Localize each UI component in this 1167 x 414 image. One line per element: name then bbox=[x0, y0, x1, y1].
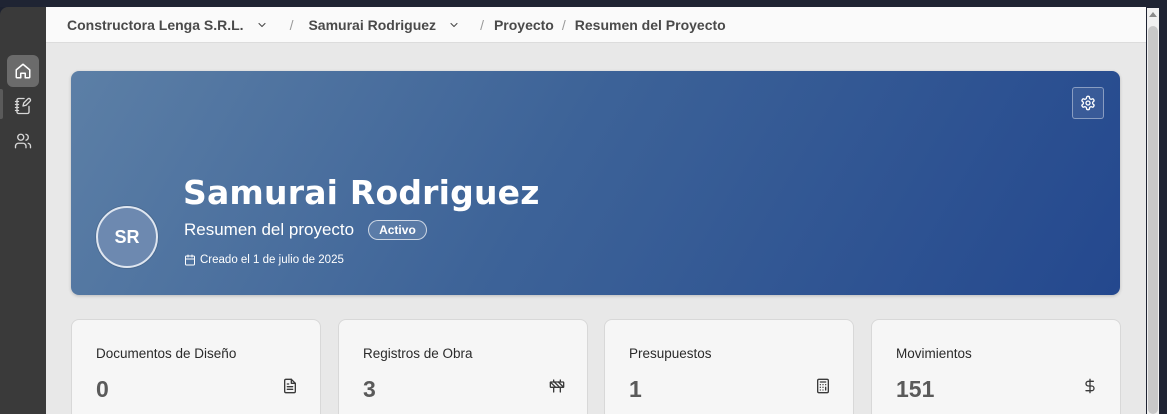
breadcrumb-separator: / bbox=[561, 16, 566, 33]
sidebar-resize-handle[interactable] bbox=[0, 89, 3, 119]
settings-button[interactable] bbox=[1072, 87, 1104, 119]
calendar-icon bbox=[185, 254, 195, 266]
sidebar-item-home[interactable] bbox=[7, 55, 39, 87]
status-badge: Activo bbox=[368, 220, 427, 240]
created-date-text: Creado el 1 de julio de 2025 bbox=[200, 254, 344, 266]
sidebar-item-notebook[interactable] bbox=[7, 90, 39, 122]
gear-icon bbox=[1081, 95, 1095, 111]
stat-value: 0 bbox=[96, 376, 109, 402]
stat-value: 3 bbox=[363, 376, 376, 402]
stat-card-documents[interactable]: Documentos de Diseño 0 bbox=[71, 319, 321, 414]
project-header-card: SR Samurai Rodriguez Resumen del proyect… bbox=[71, 71, 1120, 295]
sidebar-item-users[interactable] bbox=[7, 125, 39, 157]
breadcrumb-client-label: Samurai Rodriguez bbox=[308, 16, 437, 33]
home-icon bbox=[15, 63, 31, 79]
avatar: SR bbox=[96, 206, 158, 268]
stat-label: Movimientos bbox=[896, 346, 972, 361]
breadcrumb-separator: / bbox=[289, 16, 294, 33]
users-icon bbox=[14, 133, 32, 149]
chevron-down-icon bbox=[450, 22, 458, 27]
stat-card-site-logs[interactable]: Registros de Obra 3 bbox=[338, 319, 588, 414]
file-text-icon bbox=[284, 378, 296, 394]
stat-label: Registros de Obra bbox=[363, 346, 473, 361]
page-subtitle: Resumen del proyecto bbox=[184, 220, 355, 239]
main-content: Constructora Lenga S.R.L. / Samurai Rodr… bbox=[46, 7, 1146, 414]
scrollbar-thumb[interactable] bbox=[1148, 26, 1158, 414]
sidebar bbox=[0, 7, 46, 414]
stat-value: 1 bbox=[629, 376, 642, 402]
breadcrumb-company-label: Constructora Lenga S.R.L. bbox=[67, 16, 244, 33]
stat-card-budgets[interactable]: Presupuestos 1 bbox=[604, 319, 854, 414]
stat-label: Presupuestos bbox=[629, 346, 712, 361]
stat-value: 151 bbox=[896, 376, 935, 402]
created-date: Creado el 1 de julio de 2025 bbox=[184, 254, 344, 266]
notebook-pen-icon bbox=[14, 97, 32, 115]
chevron-down-icon bbox=[258, 22, 266, 27]
breadcrumb-section[interactable]: Proyecto bbox=[494, 17, 554, 33]
breadcrumb-separator: / bbox=[480, 16, 484, 33]
calculator-icon bbox=[817, 378, 829, 394]
stat-card-movements[interactable]: Movimientos 151 bbox=[871, 319, 1121, 414]
window-top-strip bbox=[0, 0, 1167, 7]
scroll-up-arrow[interactable] bbox=[1149, 12, 1157, 17]
page-title: Samurai Rodriguez bbox=[183, 173, 540, 212]
dollar-icon bbox=[1085, 378, 1095, 394]
stat-label: Documentos de Diseño bbox=[96, 346, 237, 361]
breadcrumb-client[interactable]: Samurai Rodriguez bbox=[308, 17, 460, 33]
breadcrumb: Constructora Lenga S.R.L. / Samurai Rodr… bbox=[46, 7, 1146, 43]
breadcrumb-current-page: Resumen del Proyecto bbox=[574, 16, 726, 33]
construction-icon bbox=[549, 379, 565, 393]
breadcrumb-company[interactable]: Constructora Lenga S.R.L. bbox=[67, 17, 268, 33]
subtitle-row: Resumen del proyecto Activo bbox=[184, 220, 427, 240]
